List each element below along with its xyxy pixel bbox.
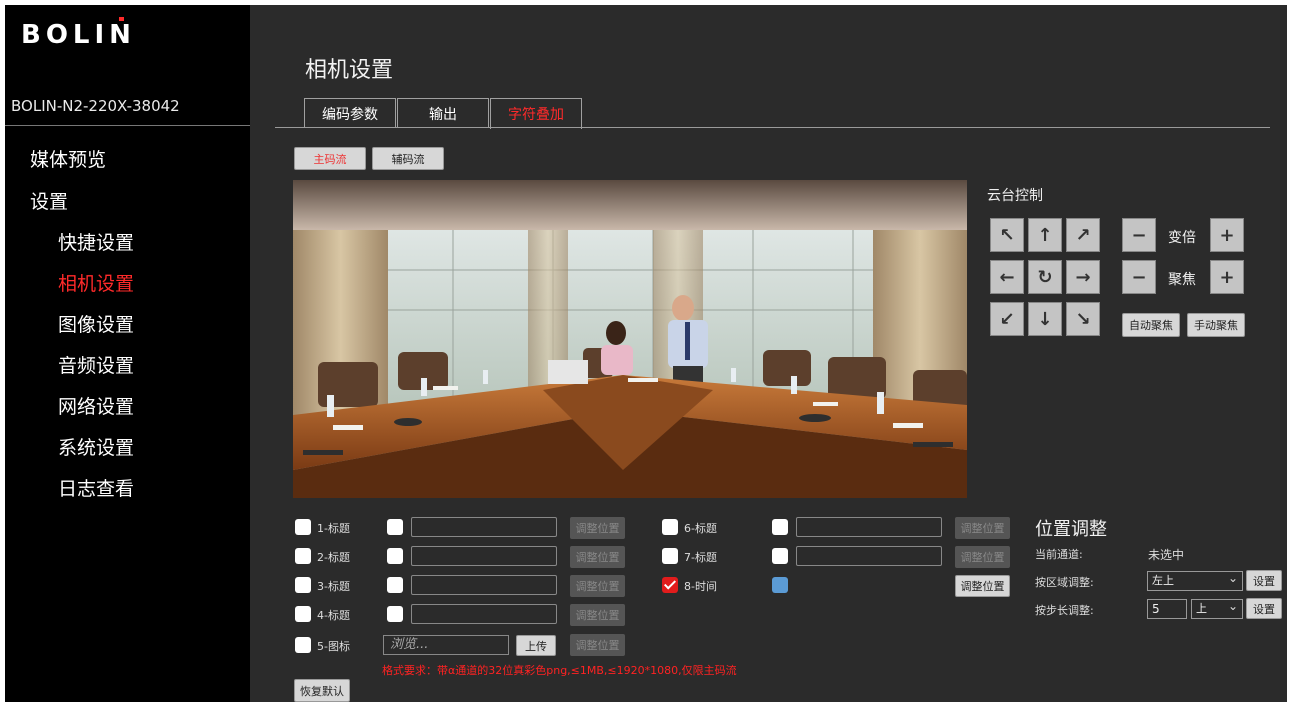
area-select[interactable]: 左上: [1147, 569, 1243, 591]
nav-network-settings[interactable]: 网络设置: [58, 392, 134, 419]
nav-media-preview[interactable]: 媒体预览: [30, 145, 106, 172]
app-frame: BOLIN BOLIN-N2-220X-38042 媒体预览 设置 快捷设置 相…: [5, 5, 1287, 702]
osd-7-text-checkbox[interactable]: [772, 548, 788, 564]
osd-1-text-input[interactable]: [411, 517, 557, 537]
position-title: 位置调整: [1035, 519, 1107, 540]
area-set-button[interactable]: 设置: [1246, 570, 1282, 591]
focus-label: 聚焦: [1168, 272, 1196, 288]
nav-quick-settings[interactable]: 快捷设置: [58, 228, 134, 255]
upload-button[interactable]: 上传: [516, 635, 556, 656]
osd-7-adjust-button[interactable]: 调整位置: [955, 546, 1010, 568]
page-title: 相机设置: [305, 58, 394, 83]
nav-camera-settings[interactable]: 相机设置: [58, 269, 134, 296]
device-name: BOLIN-N2-220X-38042: [11, 97, 180, 115]
manual-focus-button[interactable]: 手动聚焦: [1187, 313, 1245, 337]
osd-4-text-input[interactable]: [411, 604, 557, 624]
ptz-title: 云台控制: [987, 188, 1043, 204]
icon-browse-input[interactable]: 浏览...: [383, 635, 509, 655]
nav-settings[interactable]: 设置: [30, 187, 68, 214]
svg-text:BOLIN: BOLIN: [21, 20, 136, 47]
focus-out-button[interactable]: −: [1122, 260, 1156, 294]
zoom-label: 变倍: [1168, 230, 1196, 246]
osd-3-text-input[interactable]: [411, 575, 557, 595]
tab-output[interactable]: 输出: [397, 98, 489, 128]
ptz-right-icon[interactable]: →: [1066, 260, 1100, 294]
osd-7-label: 7-标题: [684, 551, 717, 564]
osd-7-checkbox[interactable]: [662, 548, 678, 564]
osd-1-label: 1-标题: [317, 522, 350, 535]
osd-1-text-checkbox[interactable]: [387, 519, 403, 535]
by-area-label: 按区域调整:: [1035, 576, 1094, 589]
zoom-in-button[interactable]: +: [1210, 218, 1244, 252]
ptz-down-left-icon[interactable]: ↙: [990, 302, 1024, 336]
osd-6-label: 6-标题: [684, 522, 717, 535]
osd-2-checkbox[interactable]: [295, 548, 311, 564]
by-step-label: 按步长调整:: [1035, 604, 1094, 617]
osd-3-checkbox[interactable]: [295, 577, 311, 593]
osd-2-label: 2-标题: [317, 551, 350, 564]
osd-4-label: 4-标题: [317, 609, 350, 622]
ptz-up-right-icon[interactable]: ↗: [1066, 218, 1100, 252]
video-preview: [293, 180, 967, 498]
osd-6-checkbox[interactable]: [662, 519, 678, 535]
osd-2-text-checkbox[interactable]: [387, 548, 403, 564]
osd-8-adjust-button[interactable]: 调整位置: [955, 575, 1010, 597]
nav-system-settings[interactable]: 系统设置: [58, 433, 134, 460]
tab-divider: [275, 127, 1270, 128]
osd-5-checkbox[interactable]: [295, 637, 311, 653]
osd-8-label: 8-时间: [684, 580, 717, 593]
osd-3-adjust-button[interactable]: 调整位置: [570, 575, 625, 597]
nav-image-settings[interactable]: 图像设置: [58, 310, 134, 337]
osd-6-adjust-button[interactable]: 调整位置: [955, 517, 1010, 539]
osd-2-text-input[interactable]: [411, 546, 557, 566]
osd-4-checkbox[interactable]: [295, 606, 311, 622]
nav-log-view[interactable]: 日志查看: [58, 474, 134, 501]
sidebar: BOLIN BOLIN-N2-220X-38042 媒体预览 设置 快捷设置 相…: [5, 5, 250, 702]
osd-5-adjust-button[interactable]: 调整位置: [570, 634, 625, 656]
direction-select[interactable]: 上: [1191, 597, 1243, 619]
osd-4-adjust-button[interactable]: 调整位置: [570, 604, 625, 626]
current-channel-label: 当前通道:: [1035, 548, 1083, 561]
auto-focus-button[interactable]: 自动聚焦: [1122, 313, 1180, 337]
tab-encoding[interactable]: 编码参数: [304, 98, 396, 128]
osd-6-text-checkbox[interactable]: [772, 519, 788, 535]
restore-default-button[interactable]: 恢复默认: [294, 679, 350, 702]
osd-3-text-checkbox[interactable]: [387, 577, 403, 593]
osd-6-text-input[interactable]: [796, 517, 942, 537]
ptz-down-icon[interactable]: ↓: [1028, 302, 1062, 336]
step-input[interactable]: 5: [1147, 599, 1187, 619]
current-channel-value: 未选中: [1148, 548, 1185, 562]
ptz-up-left-icon[interactable]: ↖: [990, 218, 1024, 252]
bolin-logo: BOLIN: [21, 17, 136, 47]
osd-7-text-input[interactable]: [796, 546, 942, 566]
focus-in-button[interactable]: +: [1210, 260, 1244, 294]
sub-stream-button[interactable]: 辅码流: [372, 147, 444, 170]
osd-1-adjust-button[interactable]: 调整位置: [570, 517, 625, 539]
format-note: 格式要求：带α通道的32位真彩色png,≤1MB,≤1920*1080,仅限主码…: [382, 664, 737, 677]
osd-2-adjust-button[interactable]: 调整位置: [570, 546, 625, 568]
osd-8-color-swatch[interactable]: [772, 577, 788, 593]
main-panel: 相机设置 编码参数 输出 字符叠加 主码流 辅码流 云台控制 ↖ ↑ ↗ ← ↻…: [250, 5, 1287, 702]
ptz-up-icon[interactable]: ↑: [1028, 218, 1062, 252]
osd-8-checkbox[interactable]: [662, 577, 678, 593]
osd-3-label: 3-标题: [317, 580, 350, 593]
ptz-left-icon[interactable]: ←: [990, 260, 1024, 294]
ptz-down-right-icon[interactable]: ↘: [1066, 302, 1100, 336]
nav-audio-settings[interactable]: 音频设置: [58, 351, 134, 378]
sidebar-divider: [5, 125, 250, 126]
zoom-out-button[interactable]: −: [1122, 218, 1156, 252]
main-stream-button[interactable]: 主码流: [294, 147, 366, 170]
osd-5-label: 5-图标: [317, 640, 350, 653]
step-set-button[interactable]: 设置: [1246, 598, 1282, 619]
osd-4-text-checkbox[interactable]: [387, 606, 403, 622]
tab-osd[interactable]: 字符叠加: [490, 98, 582, 129]
osd-1-checkbox[interactable]: [295, 519, 311, 535]
ptz-home-icon[interactable]: ↻: [1028, 260, 1062, 294]
